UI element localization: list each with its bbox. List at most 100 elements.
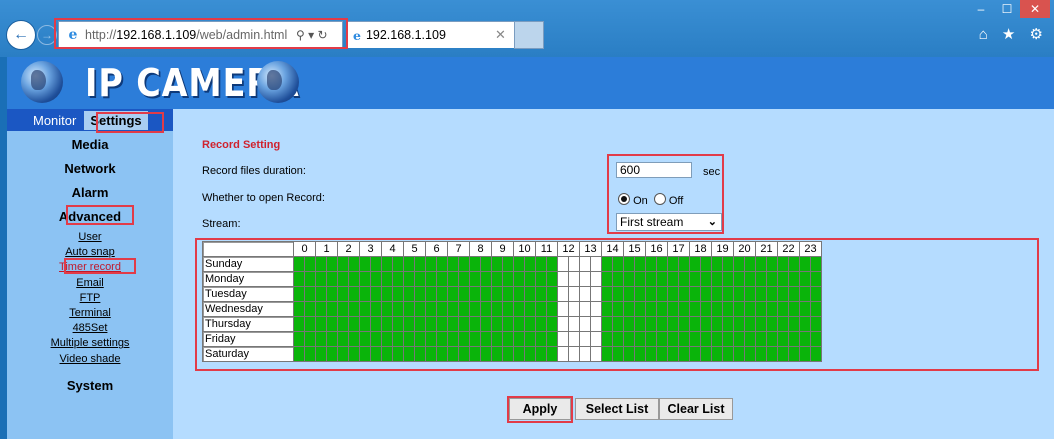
schedule-slot[interactable] — [612, 316, 624, 332]
schedule-slot[interactable] — [513, 256, 525, 272]
schedule-slot[interactable] — [491, 286, 503, 302]
schedule-slot[interactable] — [337, 301, 349, 317]
schedule-slot[interactable] — [403, 301, 415, 317]
schedule-slot[interactable] — [777, 271, 789, 287]
schedule-slot[interactable] — [414, 286, 426, 302]
schedule-slot[interactable] — [304, 331, 316, 347]
schedule-slot[interactable] — [359, 256, 371, 272]
schedule-slot[interactable] — [414, 271, 426, 287]
schedule-slot[interactable] — [337, 256, 349, 272]
schedule-slot[interactable] — [623, 256, 635, 272]
schedule-slot[interactable] — [337, 316, 349, 332]
schedule-slot[interactable] — [766, 316, 778, 332]
schedule-slot[interactable] — [491, 256, 503, 272]
schedule-slot[interactable] — [788, 271, 800, 287]
schedule-slot[interactable] — [700, 316, 712, 332]
schedule-slot[interactable] — [667, 346, 679, 362]
schedule-slot[interactable] — [733, 316, 745, 332]
schedule-slot[interactable] — [788, 331, 800, 347]
schedule-slot[interactable] — [612, 256, 624, 272]
schedule-slot[interactable] — [458, 271, 470, 287]
schedule-slot[interactable] — [315, 301, 327, 317]
schedule-slot[interactable] — [722, 346, 734, 362]
forward-arrow-icon[interactable]: → — [37, 25, 57, 45]
schedule-slot[interactable] — [535, 331, 547, 347]
schedule-slot[interactable] — [744, 256, 756, 272]
minimize-icon[interactable]: – — [968, 0, 994, 18]
schedule-slot[interactable] — [667, 316, 679, 332]
schedule-slot[interactable] — [645, 301, 657, 317]
schedule-slot[interactable] — [348, 286, 360, 302]
schedule-slot[interactable] — [304, 271, 316, 287]
schedule-slot[interactable] — [458, 346, 470, 362]
schedule-slot[interactable] — [403, 286, 415, 302]
schedule-slot[interactable] — [711, 301, 723, 317]
schedule-slot[interactable] — [733, 331, 745, 347]
schedule-slot[interactable] — [458, 331, 470, 347]
schedule-slot[interactable] — [557, 256, 569, 272]
schedule-slot[interactable] — [810, 346, 822, 362]
schedule-slot[interactable] — [678, 331, 690, 347]
schedule-slot[interactable] — [689, 256, 701, 272]
schedule-slot[interactable] — [744, 286, 756, 302]
schedule-slot[interactable] — [337, 271, 349, 287]
schedule-slot[interactable] — [436, 286, 448, 302]
tab-close-icon[interactable]: ✕ — [495, 27, 515, 43]
schedule-slot[interactable] — [766, 301, 778, 317]
schedule-slot[interactable] — [491, 331, 503, 347]
schedule-slot[interactable] — [535, 256, 547, 272]
schedule-slot[interactable] — [799, 346, 811, 362]
sidebar-item-network[interactable]: Network — [7, 161, 173, 176]
schedule-slot[interactable] — [568, 271, 580, 287]
hour-header[interactable]: 15 — [623, 241, 646, 257]
schedule-slot[interactable] — [425, 301, 437, 317]
schedule-slot[interactable] — [381, 256, 393, 272]
day-label[interactable]: Wednesday — [202, 301, 294, 317]
schedule-slot[interactable] — [315, 271, 327, 287]
schedule-slot[interactable] — [579, 331, 591, 347]
schedule-slot[interactable] — [612, 331, 624, 347]
schedule-slot[interactable] — [502, 346, 514, 362]
schedule-slot[interactable] — [656, 331, 668, 347]
schedule-slot[interactable] — [755, 271, 767, 287]
schedule-slot[interactable] — [568, 331, 580, 347]
schedule-slot[interactable] — [810, 316, 822, 332]
schedule-slot[interactable] — [326, 331, 338, 347]
schedule-slot[interactable] — [590, 331, 602, 347]
day-label[interactable]: Saturday — [202, 346, 294, 362]
schedule-slot[interactable] — [590, 346, 602, 362]
schedule-slot[interactable] — [579, 256, 591, 272]
schedule-slot[interactable] — [502, 286, 514, 302]
schedule-slot[interactable] — [403, 271, 415, 287]
schedule-slot[interactable] — [370, 256, 382, 272]
schedule-slot[interactable] — [788, 286, 800, 302]
schedule-slot[interactable] — [645, 316, 657, 332]
schedule-slot[interactable] — [590, 301, 602, 317]
stream-select[interactable]: First stream ⌄ — [616, 213, 722, 231]
schedule-slot[interactable] — [480, 286, 492, 302]
sidebar-sub-video-shade[interactable]: Video shade — [7, 352, 173, 367]
schedule-slot[interactable] — [810, 301, 822, 317]
schedule-slot[interactable] — [425, 346, 437, 362]
hour-header[interactable]: 6 — [425, 241, 448, 257]
search-refresh-icon[interactable]: ⚲ ▾ ↻ — [296, 28, 342, 42]
schedule-slot[interactable] — [667, 286, 679, 302]
schedule-slot[interactable] — [700, 271, 712, 287]
schedule-slot[interactable] — [579, 316, 591, 332]
hour-header[interactable]: 21 — [755, 241, 778, 257]
schedule-slot[interactable] — [524, 331, 536, 347]
schedule-slot[interactable] — [799, 286, 811, 302]
schedule-slot[interactable] — [766, 271, 778, 287]
schedule-slot[interactable] — [293, 256, 305, 272]
schedule-slot[interactable] — [722, 286, 734, 302]
schedule-slot[interactable] — [480, 271, 492, 287]
schedule-slot[interactable] — [788, 256, 800, 272]
schedule-slot[interactable] — [678, 316, 690, 332]
schedule-slot[interactable] — [447, 286, 459, 302]
schedule-slot[interactable] — [579, 301, 591, 317]
schedule-slot[interactable] — [469, 331, 481, 347]
schedule-slot[interactable] — [733, 286, 745, 302]
schedule-slot[interactable] — [700, 286, 712, 302]
schedule-slot[interactable] — [447, 316, 459, 332]
schedule-slot[interactable] — [568, 301, 580, 317]
